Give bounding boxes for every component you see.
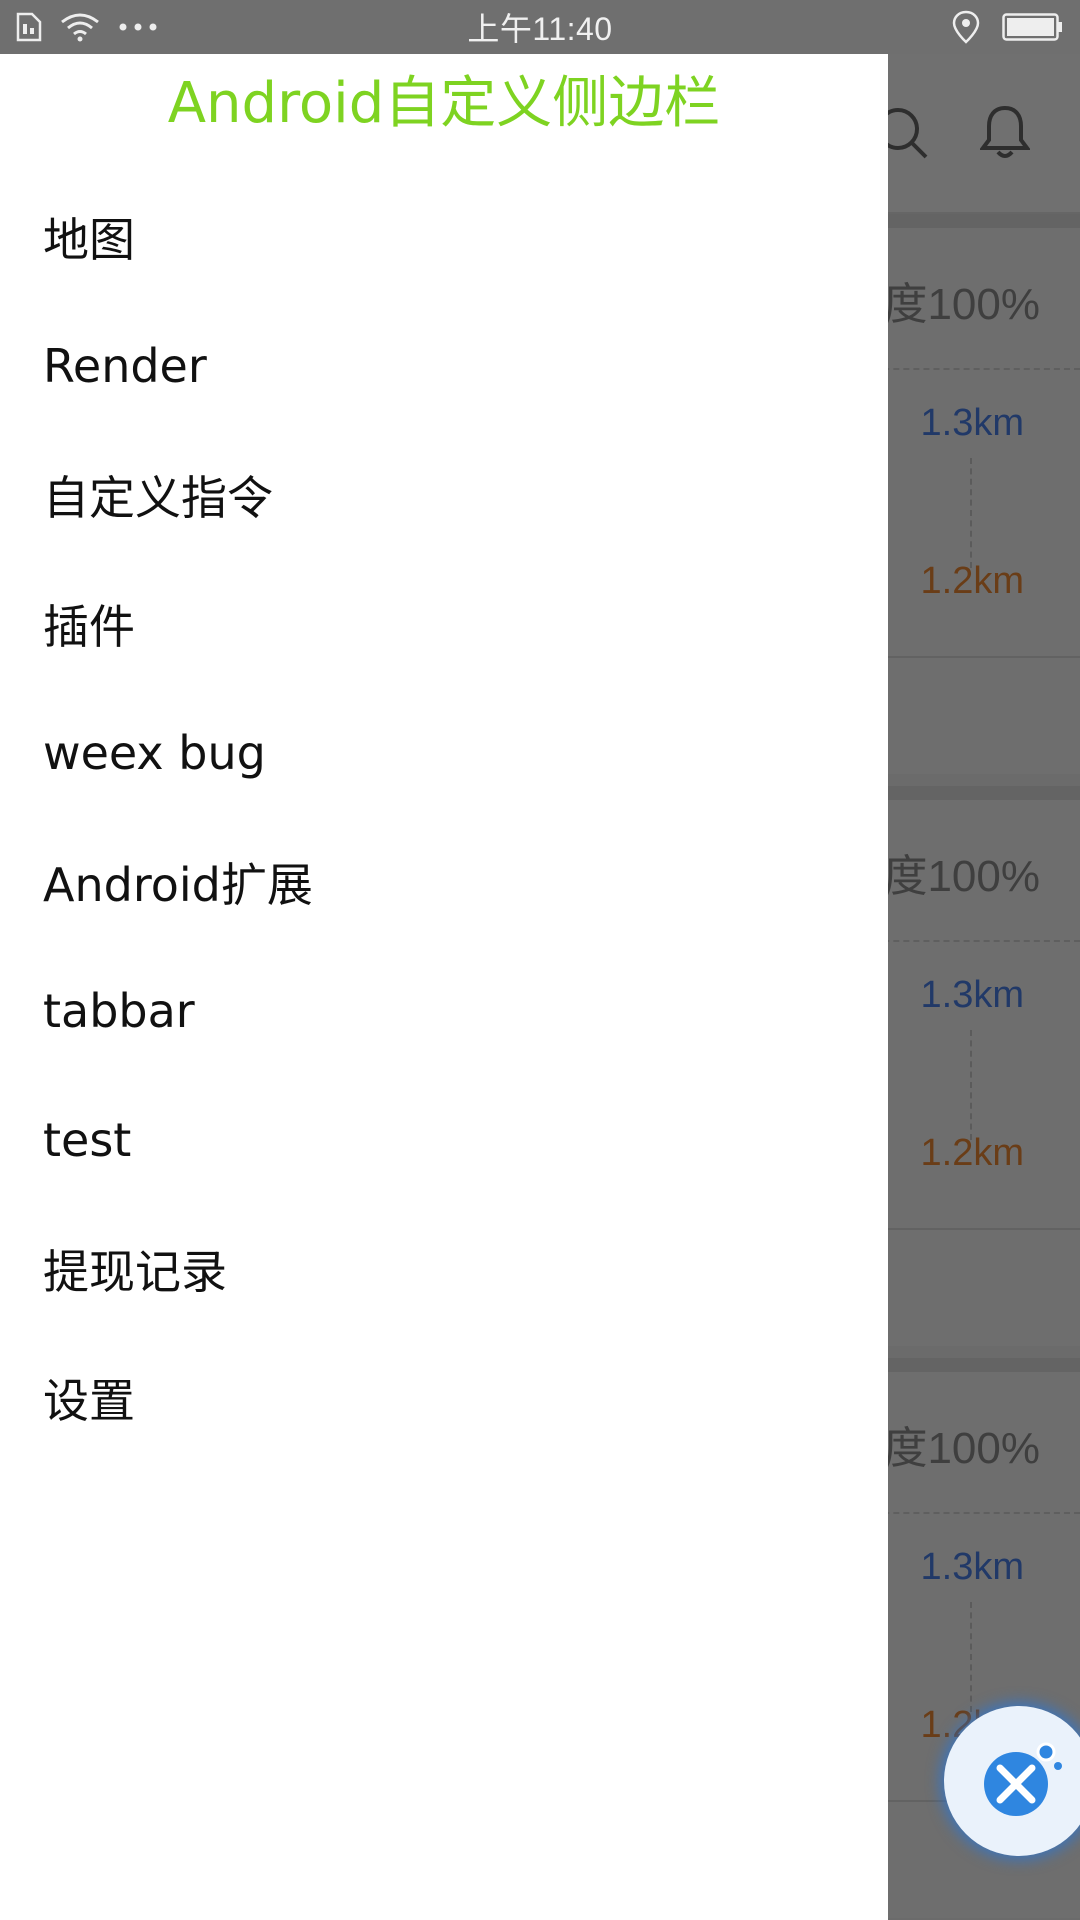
more-dots-icon	[118, 22, 158, 32]
card-route-line	[970, 1030, 972, 1140]
menu-item-test[interactable]: test	[0, 1075, 888, 1204]
card-distance-bottom: 1.2km	[920, 560, 1024, 602]
location-icon	[952, 10, 980, 44]
status-left-icons	[16, 12, 316, 42]
card-route-line	[970, 1602, 972, 1712]
sim-icon	[16, 12, 42, 42]
menu-item-withdraw-records[interactable]: 提现记录	[0, 1204, 888, 1333]
menu-item-weex-bug[interactable]: weex bug	[0, 688, 888, 817]
wifi-icon	[60, 12, 100, 42]
card-distance-top: 1.3km	[920, 974, 1024, 1016]
menu-item-tabbar[interactable]: tabbar	[0, 946, 888, 1075]
card-distance-bottom: 1.2km	[920, 1132, 1024, 1174]
battery-icon	[1002, 13, 1064, 41]
card-route-line	[970, 458, 972, 568]
bell-icon[interactable]	[980, 104, 1030, 162]
menu-item-settings[interactable]: 设置	[0, 1333, 888, 1462]
card-distance-top: 1.3km	[920, 1546, 1024, 1588]
menu-item-plugins[interactable]: 插件	[0, 559, 888, 688]
card-rate: 度100%	[883, 280, 1040, 329]
drawer-menu: 地图 Render 自定义指令 插件 weex bug Android扩展 ta…	[0, 172, 888, 1462]
status-time: 上午11:40	[467, 11, 613, 47]
status-bar: 上午11:40	[0, 0, 1080, 54]
menu-item-map[interactable]: 地图	[0, 172, 888, 301]
card-rate: 度100%	[883, 852, 1040, 901]
card-distance-top: 1.3km	[920, 402, 1024, 444]
card-rate: 度100%	[883, 1424, 1040, 1473]
status-right-icons	[764, 10, 1064, 44]
tools-icon	[974, 1736, 1064, 1826]
menu-item-render[interactable]: Render	[0, 301, 888, 430]
menu-item-android-extension[interactable]: Android扩展	[0, 817, 888, 946]
drawer-title: Android自定义侧边栏	[167, 71, 721, 136]
side-drawer: Android自定义侧边栏 地图 Render 自定义指令 插件 weex bu…	[0, 54, 888, 1920]
menu-item-custom-directive[interactable]: 自定义指令	[0, 430, 888, 559]
